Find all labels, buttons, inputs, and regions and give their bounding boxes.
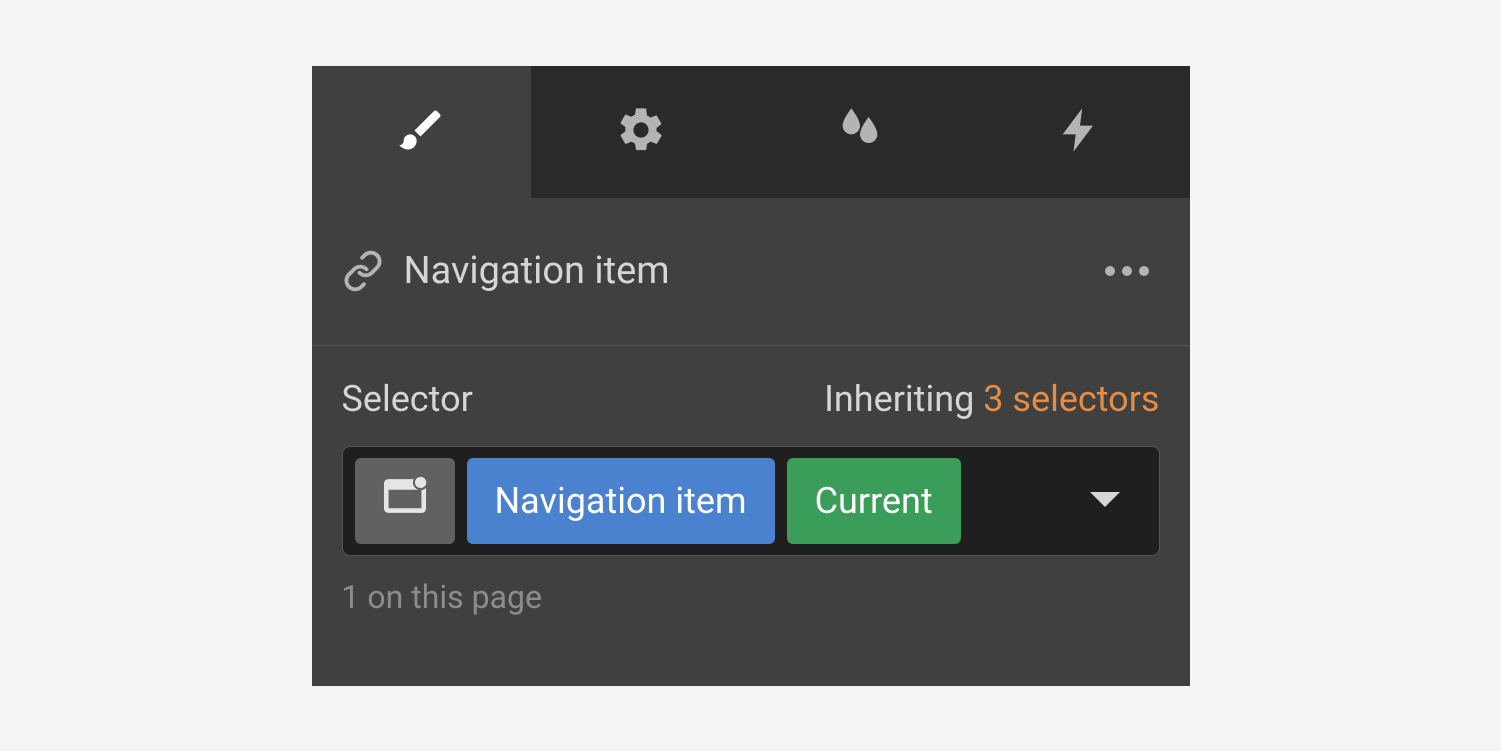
selector-state-dropdown[interactable] — [1087, 458, 1147, 544]
tab-style[interactable] — [312, 66, 532, 198]
element-selector-chip[interactable] — [355, 458, 455, 544]
selector-title: Selector — [342, 378, 473, 420]
selected-element-row: Navigation item — [312, 198, 1190, 346]
selector-header: Selector Inheriting 3 selectors — [342, 378, 1160, 420]
bolt-icon — [1054, 104, 1106, 160]
tab-effects[interactable] — [751, 66, 971, 198]
selected-element-label: Navigation item — [404, 249, 1094, 293]
state-chip[interactable]: Current — [787, 458, 961, 544]
selector-field[interactable]: Navigation item Current — [342, 446, 1160, 556]
selector-section: Selector Inheriting 3 selectors Navigati… — [312, 346, 1190, 616]
element-box-icon — [380, 471, 430, 530]
element-more-button[interactable] — [1094, 252, 1160, 291]
gear-icon — [615, 104, 667, 160]
droplets-icon — [834, 104, 886, 160]
brush-icon — [395, 104, 447, 160]
inheriting-label: Inheriting — [824, 378, 974, 420]
class-chip-label: Navigation item — [495, 480, 747, 522]
state-chip-label: Current — [815, 480, 933, 522]
selector-count-line: 1 on this page — [342, 578, 1160, 616]
inheriting-count-link[interactable]: 3 selectors — [983, 378, 1159, 420]
tab-interactions[interactable] — [970, 66, 1190, 198]
link-icon — [342, 250, 384, 292]
tab-settings[interactable] — [531, 66, 751, 198]
style-panel: Navigation item Selector Inheriting 3 se… — [312, 66, 1190, 686]
panel-tabs — [312, 66, 1190, 198]
more-horizontal-icon — [1104, 262, 1150, 281]
class-chip[interactable]: Navigation item — [467, 458, 775, 544]
inheriting-label-wrap: Inheriting 3 selectors — [824, 378, 1159, 420]
chevron-down-icon — [1087, 480, 1123, 522]
